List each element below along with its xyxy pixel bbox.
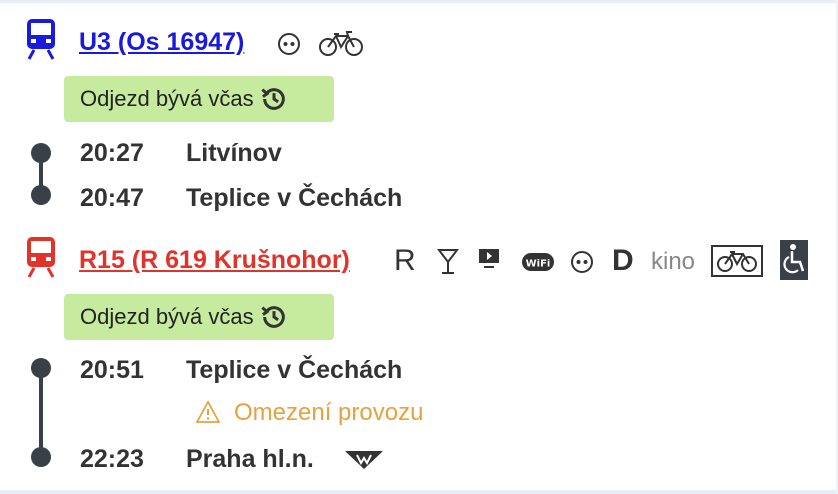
cinema-label: kino xyxy=(651,248,696,275)
departure-time: 20:51 xyxy=(80,356,144,384)
timeline-dot xyxy=(31,185,51,205)
arrival-station: Praha hl.n. xyxy=(186,445,314,473)
history-icon xyxy=(260,306,285,328)
departure-station: Litvínov xyxy=(186,139,282,167)
wifi-icon: WiFi xyxy=(521,252,555,277)
on-time-text: Odjezd bývá včas xyxy=(80,304,254,329)
train-icon xyxy=(26,18,56,65)
on-time-text: Odjezd bývá včas xyxy=(80,86,254,111)
wheelchair-icon xyxy=(780,240,808,285)
arrival-time: 22:23 xyxy=(80,445,144,473)
catering-icon xyxy=(277,32,301,61)
dining-car-icon xyxy=(436,248,460,281)
history-icon xyxy=(260,88,285,110)
on-time-badge: Odjezd bývá včas xyxy=(64,294,334,340)
departure-time: 20:27 xyxy=(80,139,144,167)
train-link[interactable]: U3 (Os 16947) xyxy=(79,28,244,57)
train-icon xyxy=(26,236,56,283)
arrival-station: Teplice v Čechách xyxy=(186,184,403,212)
warning-icon xyxy=(195,400,221,429)
timeline-dot xyxy=(31,447,51,467)
train-link[interactable]: R15 (R 619 Krušnohor) xyxy=(79,246,350,275)
dining-icon: D xyxy=(612,244,634,277)
frame-bottom xyxy=(0,490,838,494)
frame-top xyxy=(0,0,838,3)
arrival-time: 20:47 xyxy=(80,184,144,212)
bicycle-box-icon xyxy=(711,245,763,282)
entertainment-icon xyxy=(478,248,500,275)
svg-text:WiFi: WiFi xyxy=(526,259,551,270)
on-time-badge: Odjezd bývá včas xyxy=(64,76,334,122)
catering-icon xyxy=(570,250,594,279)
bicycle-icon xyxy=(318,31,364,62)
service-warning[interactable]: Omezení provozu xyxy=(234,399,423,427)
departure-station: Teplice v Čechách xyxy=(186,356,403,384)
metro-icon xyxy=(344,450,384,475)
reservation-icon: R xyxy=(394,244,416,277)
timeline-line xyxy=(39,368,43,456)
